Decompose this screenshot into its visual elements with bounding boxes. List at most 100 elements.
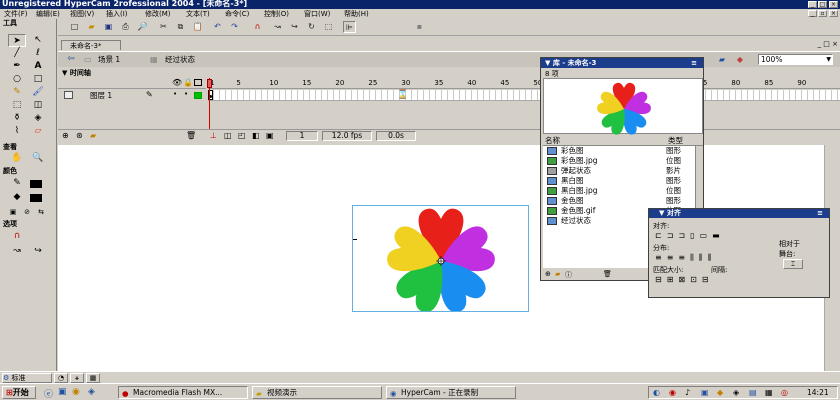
props-tab-3[interactable]: ⚹ bbox=[70, 373, 84, 383]
chevron-down-icon[interactable]: ▼ bbox=[826, 55, 831, 64]
maximize-button[interactable]: □ bbox=[818, 1, 827, 8]
library-delete-icon[interactable]: 🗑 bbox=[603, 270, 612, 278]
frame-rate[interactable]: 12.0 fps bbox=[322, 131, 372, 141]
doc-window-controls[interactable]: _ □ × bbox=[800, 40, 838, 49]
print-icon[interactable]: ⎙ bbox=[119, 21, 132, 33]
undo-icon[interactable]: ↶ bbox=[211, 21, 224, 33]
straighten-tb-icon[interactable]: ↪ bbox=[288, 21, 301, 33]
match-size-buttons[interactable]: ⊟⊞⊠⊡⊟ bbox=[655, 275, 755, 285]
doc-close-button[interactable]: × bbox=[829, 10, 838, 17]
list-item[interactable]: 彩色图 图形 bbox=[544, 146, 694, 156]
paste-icon[interactable]: 📋 bbox=[191, 21, 204, 33]
edit-symbol-icon[interactable]: ◆ bbox=[734, 54, 746, 65]
align-title-bar[interactable]: ▼ 对齐 ≡ bbox=[649, 209, 829, 218]
doc-minimize-button[interactable]: _ bbox=[808, 10, 817, 17]
tray-icon-8[interactable]: ▦ bbox=[765, 388, 773, 397]
new-folder-icon[interactable]: ▰ bbox=[555, 270, 560, 278]
to-stage-toggle[interactable]: ⌶ bbox=[783, 259, 803, 269]
menu-help[interactable]: 帮助(H) bbox=[342, 9, 371, 19]
properties-icon[interactable]: ⓘ bbox=[565, 270, 572, 280]
tray-icon-5[interactable]: ◆ bbox=[717, 388, 723, 397]
eye-icon[interactable]: 👁 bbox=[172, 78, 182, 87]
rectangle-tool-icon[interactable]: □ bbox=[29, 73, 47, 86]
menu-file[interactable]: 文件(F) bbox=[2, 9, 30, 19]
tray-icon-6[interactable]: ◈ bbox=[733, 388, 739, 397]
menu-edit[interactable]: 编辑(E) bbox=[34, 9, 62, 19]
copy-icon[interactable]: ⧉ bbox=[174, 21, 187, 33]
cut-icon[interactable]: ✂ bbox=[157, 21, 170, 33]
layer-visible-dot[interactable]: • bbox=[173, 90, 177, 98]
selected-symbol[interactable] bbox=[352, 205, 529, 313]
snap-icon[interactable]: ∩ bbox=[251, 21, 264, 33]
task-flash[interactable]: ● Macromedia Flash MX... bbox=[118, 386, 248, 399]
library-col-type[interactable]: 类型 bbox=[668, 136, 683, 146]
menu-control[interactable]: 控制(O) bbox=[262, 9, 291, 19]
library-menu-icon[interactable]: ≡ bbox=[691, 58, 697, 68]
zoom-tool-icon[interactable]: 🔍 bbox=[29, 152, 47, 165]
task-hypercam[interactable]: ◉ HyperCam - 正在录制 bbox=[386, 386, 516, 399]
back-arrow-icon[interactable]: ⇦ bbox=[64, 54, 78, 65]
tray-icon-4[interactable]: ▣ bbox=[701, 388, 709, 397]
pen-tool-icon[interactable]: ✒ bbox=[8, 60, 26, 73]
distribute-buttons[interactable]: ≡≡≡⫼⫼⫼ bbox=[655, 253, 755, 263]
paint-bucket-tool-icon[interactable]: ◈ bbox=[29, 112, 47, 125]
smooth-icon[interactable]: ↝ bbox=[8, 245, 26, 258]
media-icon[interactable]: ◉ bbox=[72, 387, 80, 397]
new-symbol-icon[interactable]: ⊕ bbox=[545, 270, 551, 278]
onion-outline-icon[interactable]: ◰ bbox=[238, 131, 246, 140]
snap-magnet-icon[interactable]: ∩ bbox=[8, 230, 26, 243]
layer-name[interactable]: 图层 1 bbox=[90, 90, 112, 101]
eyedropper-tool-icon[interactable]: ⌇ bbox=[8, 125, 26, 138]
tray-icon-7[interactable]: ▤ bbox=[749, 388, 757, 397]
redo-icon[interactable]: ↷ bbox=[228, 21, 241, 33]
subselect-tool-icon[interactable]: ↖ bbox=[29, 34, 47, 47]
text-tool-icon[interactable]: A bbox=[29, 60, 47, 73]
ie-icon[interactable]: ⓔ bbox=[44, 387, 53, 400]
open-file-icon[interactable]: ▰ bbox=[85, 21, 98, 33]
free-transform-tool-icon[interactable]: ⬚ bbox=[8, 99, 26, 112]
ink-bottle-tool-icon[interactable]: ⚱ bbox=[8, 112, 26, 125]
list-item[interactable]: 弹起状态 影片 bbox=[544, 166, 694, 176]
add-guide-icon[interactable]: ⊛ bbox=[76, 131, 83, 140]
save-icon[interactable]: ▣ bbox=[102, 21, 115, 33]
scene-label[interactable]: 场景 1 bbox=[98, 54, 120, 65]
fill-color-swatch[interactable] bbox=[30, 194, 42, 202]
center-frame-icon[interactable]: ⊥ bbox=[210, 131, 217, 140]
delete-layer-icon[interactable]: 🗑 bbox=[186, 131, 196, 140]
layer-outline-color[interactable] bbox=[194, 92, 202, 99]
add-layer-icon[interactable]: ⊕ bbox=[62, 131, 69, 140]
tray-icon-2[interactable]: ◉ bbox=[669, 388, 676, 397]
quicklaunch-icon[interactable]: ◈ bbox=[88, 387, 95, 397]
scale-icon[interactable]: ⬚ bbox=[322, 21, 335, 33]
menu-window[interactable]: 窗口(W) bbox=[302, 9, 332, 19]
menu-command[interactable]: 命令(C) bbox=[223, 9, 251, 19]
new-file-icon[interactable]: □ bbox=[68, 21, 81, 33]
props-tab-2[interactable]: ◔ bbox=[54, 373, 68, 383]
symbol-label[interactable]: 经过状态 bbox=[165, 54, 195, 65]
oval-tool-icon[interactable]: ○ bbox=[8, 73, 26, 86]
lock-icon[interactable]: 🔒 bbox=[183, 78, 193, 87]
align-buttons[interactable]: ⊏⊐⊐▯▭▬ bbox=[655, 231, 755, 241]
line-tool-icon[interactable]: ╱ bbox=[8, 47, 26, 60]
close-button[interactable]: × bbox=[829, 1, 838, 8]
swap-colors-icon[interactable]: ⇆ bbox=[32, 206, 50, 219]
fill-transform-tool-icon[interactable]: ◫ bbox=[29, 99, 47, 112]
align-panel-icon[interactable]: ⊫ bbox=[343, 21, 356, 33]
props-tab-4[interactable]: ▦ bbox=[86, 373, 100, 383]
onion-markers-icon[interactable]: ▣ bbox=[266, 131, 274, 140]
library-title-bar[interactable]: ▼ 库 - 未命名-3 ≡ bbox=[541, 58, 703, 68]
playhead-handle[interactable] bbox=[207, 79, 212, 88]
tray-icon-9[interactable]: ◎ bbox=[781, 388, 788, 397]
tray-icon-1[interactable]: ◐ bbox=[653, 388, 660, 397]
eraser-tool-icon[interactable]: ▱ bbox=[29, 125, 47, 138]
smooth-tb-icon[interactable]: ↝ bbox=[271, 21, 284, 33]
rotate-icon[interactable]: ↻ bbox=[305, 21, 318, 33]
list-item[interactable]: 金色图 图形 bbox=[544, 196, 694, 206]
zoom-select[interactable]: 100% ▼ bbox=[758, 54, 833, 65]
layer-lock-dot[interactable]: • bbox=[184, 90, 188, 98]
arrow-tool-icon[interactable]: ➤ bbox=[8, 34, 26, 47]
onion-skin-icon[interactable]: ◫ bbox=[224, 131, 232, 140]
menu-insert[interactable]: 插入(I) bbox=[104, 9, 130, 19]
task-folder[interactable]: ▰ 视频演示 bbox=[252, 386, 382, 399]
stroke-color-icon[interactable]: ✎ bbox=[8, 177, 26, 190]
